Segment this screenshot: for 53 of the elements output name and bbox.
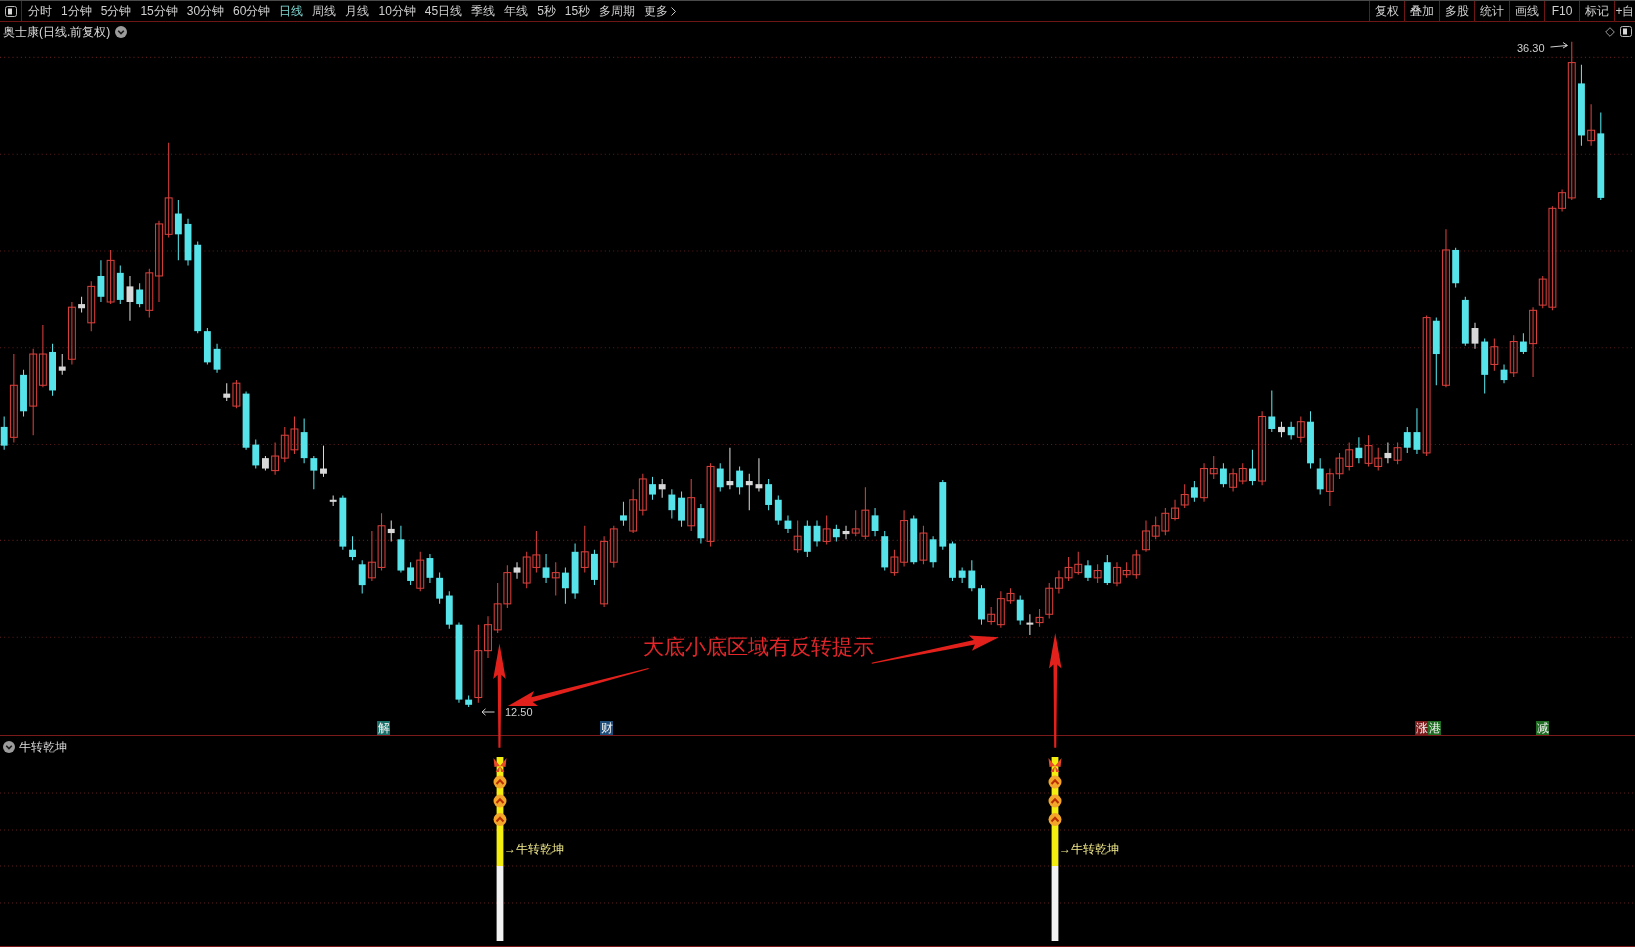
toolbar-button[interactable]: 复权: [1369, 1, 1404, 21]
butterfly-icon: [1048, 758, 1062, 772]
toolbar-button[interactable]: 标记: [1579, 1, 1614, 21]
arrow-left-icon: [481, 708, 495, 716]
chevron-down-circle-icon[interactable]: [3, 741, 15, 753]
event-tag[interactable]: 涨: [1415, 721, 1428, 735]
low-price-label: 12.50: [505, 705, 533, 719]
event-tag[interactable]: 财: [600, 721, 613, 735]
period-tab[interactable]: 5分钟: [100, 1, 132, 21]
period-tab[interactable]: 15分钟: [140, 1, 178, 21]
signal-label: →牛转乾坤: [504, 841, 564, 857]
event-tag[interactable]: 港: [1428, 721, 1441, 735]
annotation-text: 大底小底区域有反转提示: [643, 634, 874, 660]
toolbar-button[interactable]: 画线: [1509, 1, 1544, 21]
butterfly-icon: [493, 758, 507, 772]
period-tab[interactable]: 多周期: [599, 1, 636, 21]
high-price-label: 36.30: [1517, 41, 1545, 55]
panel-icon[interactable]: [4, 5, 17, 17]
chevron-down-circle-icon[interactable]: [115, 26, 128, 38]
panel-icon[interactable]: [1620, 26, 1632, 37]
chevron-up-circle-icon: [493, 775, 507, 789]
period-tab[interactable]: 10分钟: [378, 1, 416, 21]
event-tag[interactable]: 减: [1536, 721, 1549, 735]
chevron-right-icon: [671, 6, 677, 16]
period-tab[interactable]: 60分钟: [233, 1, 271, 21]
period-tab[interactable]: 季线: [471, 1, 496, 21]
indicator-title: 牛转乾坤: [19, 739, 67, 755]
more-button[interactable]: 更多: [644, 1, 677, 21]
toolbar-button[interactable]: 统计: [1474, 1, 1509, 21]
period-tab[interactable]: 30分钟: [186, 1, 225, 21]
diamond-icon[interactable]: [1605, 26, 1615, 37]
period-tab[interactable]: 日线: [279, 1, 304, 21]
signal-label: →牛转乾坤: [1059, 841, 1119, 857]
period-tab[interactable]: 月线: [345, 1, 370, 21]
chevron-up-circle-icon: [493, 794, 507, 808]
period-tab[interactable]: 5秒: [537, 1, 556, 21]
chevron-up-circle-icon: [1048, 813, 1062, 826]
chevron-up-circle-icon: [493, 813, 507, 826]
period-tab[interactable]: 年线: [504, 1, 529, 21]
toolbar-button[interactable]: 叠加: [1404, 1, 1439, 21]
period-tab[interactable]: 周线: [312, 1, 337, 21]
toolbar-button[interactable]: F10: [1544, 1, 1579, 21]
chart-title: 奥士康(日线.前复权): [3, 24, 111, 40]
chevron-up-circle-icon: [1048, 775, 1062, 789]
period-tab[interactable]: 1分钟: [61, 1, 92, 21]
period-tab[interactable]: 分时: [28, 1, 52, 21]
period-tab[interactable]: 45日线: [424, 1, 463, 21]
toolbar-button[interactable]: 多股: [1439, 1, 1474, 21]
chevron-up-circle-icon: [1048, 794, 1062, 808]
period-tab[interactable]: 15秒: [564, 1, 591, 21]
event-tag[interactable]: 解: [377, 721, 390, 735]
toolbar-button[interactable]: +自: [1614, 1, 1635, 21]
arrow-right-icon: [1550, 41, 1570, 50]
